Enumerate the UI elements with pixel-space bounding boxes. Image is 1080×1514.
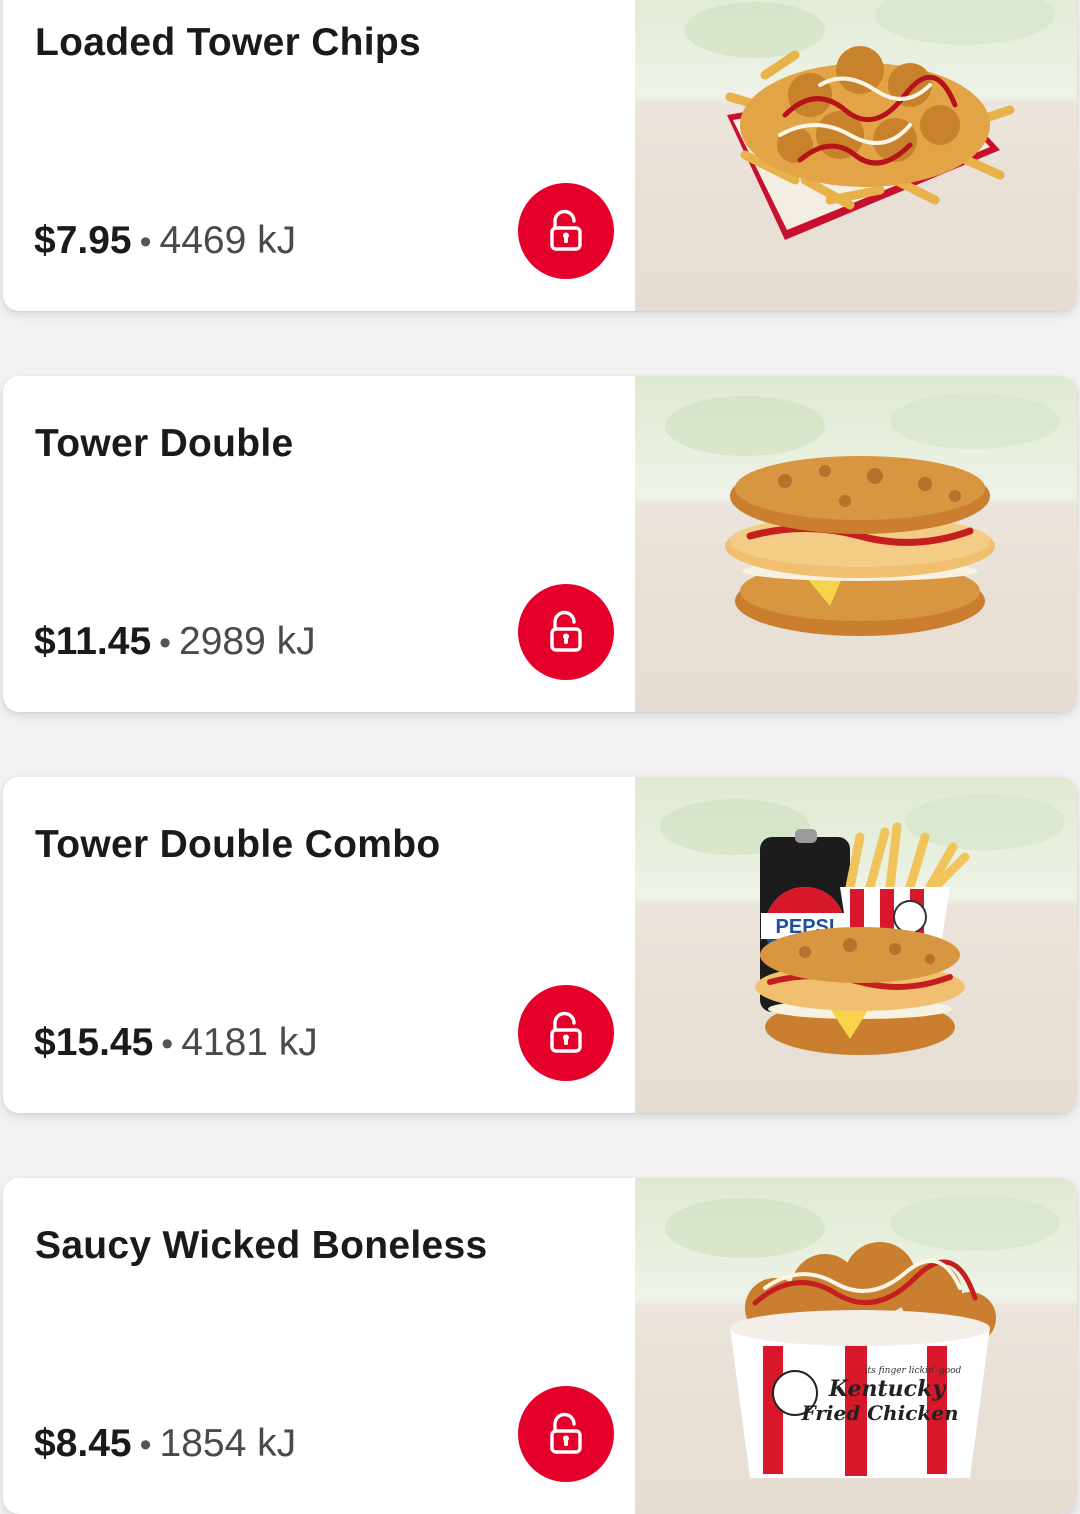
tower-double-combo-image: PEPSI (635, 777, 1077, 1113)
loaded-tower-chips-image (635, 0, 1077, 311)
menu-item-name: Loaded Tower Chips (35, 21, 422, 64)
unlock-icon (550, 610, 582, 652)
menu-item-card[interactable]: Tower Double $11.45 • 2989 kJ (3, 376, 1077, 712)
menu-item-price: $11.45 (34, 620, 152, 663)
separator-dot: • (159, 624, 172, 662)
unlock-button[interactable] (518, 1386, 614, 1482)
price-line: $15.45 • 4181 kJ (34, 1021, 318, 1065)
separator-dot: • (161, 1025, 174, 1063)
price-line: $8.45 • 1854 kJ (34, 1422, 296, 1466)
unlock-icon (550, 1011, 582, 1053)
menu-item-name: Saucy Wicked Boneless (35, 1224, 488, 1267)
menu-item-info: Loaded Tower Chips $7.95 • 4469 kJ (3, 0, 635, 311)
unlock-icon (550, 209, 582, 251)
menu-item-info: Tower Double $11.45 • 2989 kJ (3, 376, 635, 712)
menu-item-price: $15.45 (34, 1021, 154, 1064)
menu-item-name: Tower Double (35, 422, 294, 465)
separator-dot: • (139, 1426, 152, 1464)
menu-item-price: $7.95 (34, 219, 132, 262)
bucket-brand-line2: Fried Chicken (800, 1401, 958, 1425)
menu-item-info: Tower Double Combo $15.45 • 4181 kJ (3, 777, 635, 1113)
unlock-button[interactable] (518, 584, 614, 680)
menu-item-energy: 4469 kJ (159, 219, 297, 262)
unlock-button[interactable] (518, 985, 614, 1081)
menu-item-card[interactable]: Tower Double Combo $15.45 • 4181 kJ PEPS… (3, 777, 1077, 1113)
unlock-icon (550, 1412, 582, 1454)
price-line: $11.45 • 2989 kJ (34, 620, 316, 664)
menu-item-price: $8.45 (34, 1422, 132, 1465)
menu-item-card[interactable]: Saucy Wicked Boneless $8.45 • 1854 kJ it… (3, 1178, 1077, 1514)
separator-dot: • (139, 223, 152, 261)
unlock-button[interactable] (518, 183, 614, 279)
menu-item-info: Saucy Wicked Boneless $8.45 • 1854 kJ (3, 1178, 635, 1514)
menu-item-energy: 2989 kJ (179, 620, 316, 663)
bucket-tagline-text: its finger lickin' good (865, 1366, 962, 1376)
menu-item-card[interactable]: Loaded Tower Chips $7.95 • 4469 kJ (3, 0, 1077, 311)
bucket-brand-line1: Kentucky (828, 1376, 947, 1402)
menu-item-energy: 1854 kJ (159, 1422, 297, 1465)
tower-double-image (635, 376, 1077, 712)
menu-item-name: Tower Double Combo (35, 823, 441, 866)
price-line: $7.95 • 4469 kJ (34, 219, 296, 263)
menu-item-energy: 4181 kJ (181, 1021, 318, 1064)
saucy-wicked-boneless-image: its finger lickin' good Kentucky Fried C… (635, 1178, 1077, 1514)
